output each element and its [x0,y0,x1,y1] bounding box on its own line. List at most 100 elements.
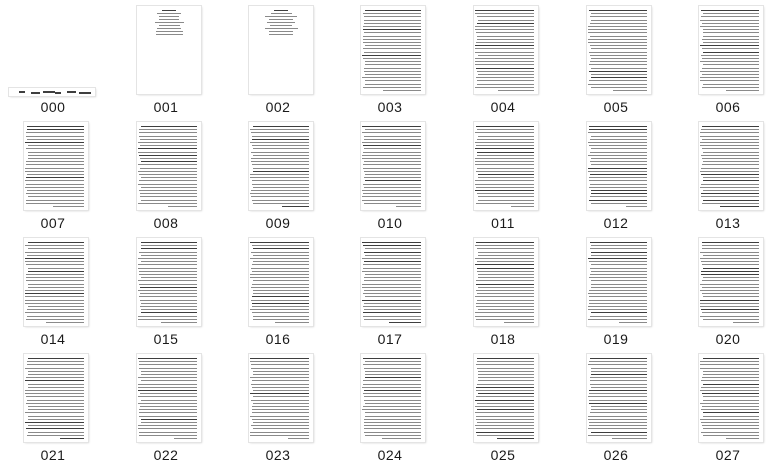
file-thumbnail[interactable] [699,238,763,326]
text-line [250,377,309,379]
text-line [591,264,647,266]
text-line [701,309,759,311]
file-item[interactable]: 004 [447,0,559,118]
text-line [703,13,759,15]
file-item[interactable]: 020 [672,232,779,350]
file-name: 001 [153,99,179,115]
file-thumbnail[interactable] [587,238,651,326]
file-name: 024 [377,447,403,463]
file-item[interactable]: 005 [560,0,672,118]
file-thumbnail[interactable] [137,6,201,94]
file-item[interactable]: 011 [447,116,559,234]
file-thumbnail[interactable] [137,354,201,442]
text-line [590,380,647,382]
text-line [702,248,759,250]
text-line [475,180,534,182]
text-line [25,186,84,188]
text-line [25,312,84,314]
text-line [28,267,84,269]
file-thumbnail[interactable] [587,122,651,210]
text-line [589,425,647,427]
text-line [141,370,197,372]
file-item[interactable]: 021 [0,348,109,466]
text-line [252,183,309,185]
file-grid: 000 001 002 003 004 005 006 007 008 009 010 011 012 0… [0,0,779,463]
text-line [140,306,197,307]
file-thumbnail[interactable] [699,122,763,210]
text-line [362,199,421,201]
file-thumbnail[interactable] [24,238,88,326]
file-thumbnail[interactable] [9,88,95,96]
file-item[interactable]: 014 [0,232,109,350]
file-item[interactable]: 024 [334,348,446,466]
text-line [365,370,421,372]
text-line [476,32,534,34]
file-item[interactable]: 025 [447,348,559,466]
text-line [159,19,179,20]
file-thumbnail[interactable] [361,238,425,326]
file-item[interactable]: 007 [0,116,109,234]
text-line [726,90,759,91]
text-line [25,251,84,253]
file-thumbnail[interactable] [699,354,763,442]
file-item[interactable]: 023 [222,348,334,466]
text-line [250,361,309,363]
file-item[interactable]: 022 [110,348,222,466]
file-thumbnail[interactable] [249,238,313,326]
text-line [252,164,309,166]
file-thumbnail[interactable] [249,122,313,210]
text-line [139,132,197,134]
file-item[interactable]: 016 [222,232,334,350]
text-line [589,70,647,72]
file-thumbnail[interactable] [361,354,425,442]
text-line [25,299,84,301]
file-thumbnail[interactable] [24,122,88,210]
file-thumbnail[interactable] [361,6,425,94]
text-line [476,428,534,430]
file-item[interactable]: 015 [110,232,222,350]
file-thumbnail[interactable] [24,354,88,442]
file-item[interactable]: 003 [334,0,446,118]
file-thumbnail[interactable] [587,354,651,442]
file-thumbnail[interactable] [361,122,425,210]
text-line [591,190,647,191]
file-item[interactable]: 018 [447,232,559,350]
file-item[interactable]: 002 [222,0,334,118]
file-item[interactable]: 026 [560,348,672,466]
file-thumbnail[interactable] [474,6,538,94]
text-line [702,164,759,166]
file-item[interactable]: 008 [110,116,222,234]
text-line [364,261,421,263]
file-item[interactable]: 017 [334,232,446,350]
file-thumbnail[interactable] [137,238,201,326]
file-item[interactable]: 009 [222,116,334,234]
file-thumbnail[interactable] [587,6,651,94]
file-thumbnail[interactable] [474,122,538,210]
file-thumbnail[interactable] [249,354,313,442]
file-thumbnail[interactable] [137,122,201,210]
text-line [26,428,84,430]
text-line [364,425,421,427]
text-line [701,431,759,433]
text-line [253,402,309,404]
file-thumbnail[interactable] [249,6,313,94]
text-line [701,54,759,56]
text-line [475,86,534,88]
file-item[interactable]: 006 [672,0,779,118]
text-line [612,438,647,439]
file-thumbnail[interactable] [699,6,763,94]
file-thumbnail[interactable] [474,354,538,442]
file-item[interactable]: 010 [334,116,446,234]
file-item[interactable]: 012 [560,116,672,234]
file-item[interactable]: 013 [672,116,779,234]
text-line [613,90,647,91]
file-item[interactable]: 019 [560,232,672,350]
text-line [589,296,647,298]
file-item[interactable]: 027 [672,348,779,466]
file-item[interactable]: 001 [110,0,222,118]
file-thumbnail[interactable] [474,238,538,326]
file-item[interactable]: 000 [0,0,109,118]
text-line [27,190,84,191]
text-line [702,126,759,127]
text-line [591,67,647,69]
